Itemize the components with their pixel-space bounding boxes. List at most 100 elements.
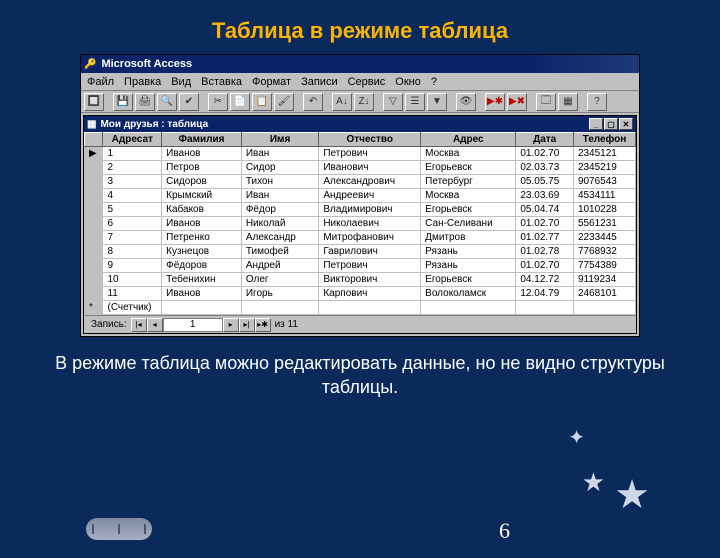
format-painter-icon[interactable]: 🖌	[274, 93, 294, 111]
row-selector[interactable]	[85, 273, 103, 287]
help-icon[interactable]: ?	[587, 93, 607, 111]
cell-middlename[interactable]: Иванович	[319, 161, 421, 175]
table-row[interactable]: 4КрымскийИванАндреевичМосква23.03.694534…	[85, 189, 636, 203]
cell-date[interactable]: 05.05.75	[516, 175, 574, 189]
cell-lastname[interactable]: Крымский	[162, 189, 242, 203]
menu-edit[interactable]: Правка	[124, 76, 161, 88]
new-object-icon[interactable]: ▦	[558, 93, 578, 111]
cell-firstname[interactable]: Иван	[241, 147, 319, 161]
row-selector[interactable]	[85, 217, 103, 231]
cell-address[interactable]: Рязань	[421, 245, 516, 259]
cell-address[interactable]: Москва	[421, 147, 516, 161]
pause-icon[interactable]	[118, 524, 120, 534]
cell-middlename[interactable]: Викторович	[319, 273, 421, 287]
table-row[interactable]: 8КузнецовТимофейГавриловичРязань01.02.78…	[85, 245, 636, 259]
table-row[interactable]: 3СидоровТихонАлександровичПетербург05.05…	[85, 175, 636, 189]
cell-id[interactable]: 6	[103, 217, 162, 231]
table-row[interactable]: 6ИвановНиколайНиколаевичСан-Селивани01.0…	[85, 217, 636, 231]
cell-middlename[interactable]: Владимирович	[319, 203, 421, 217]
paste-icon[interactable]: 📋	[252, 93, 272, 111]
cell-middlename[interactable]: Митрофанович	[319, 231, 421, 245]
cell-counter[interactable]: (Счетчик)	[103, 301, 162, 315]
cell-id[interactable]: 5	[103, 203, 162, 217]
cell-date[interactable]: 12.04.79	[516, 287, 574, 301]
nav-next-button[interactable]: ▸	[223, 318, 239, 332]
cell-firstname[interactable]: Андрей	[241, 259, 319, 273]
row-selector[interactable]	[85, 161, 103, 175]
row-selector[interactable]	[85, 175, 103, 189]
close-button[interactable]: ✕	[619, 118, 633, 130]
new-record-icon[interactable]: ▶✱	[485, 93, 505, 111]
cell-lastname[interactable]: Иванов	[162, 147, 242, 161]
nav-first-button[interactable]: |◂	[131, 318, 147, 332]
cell-middlename[interactable]: Николаевич	[319, 217, 421, 231]
cell-middlename[interactable]: Александрович	[319, 175, 421, 189]
menu-help[interactable]: ?	[431, 76, 437, 88]
col-lastname[interactable]: Фамилия	[162, 133, 242, 147]
cell-middlename[interactable]: Карпович	[319, 287, 421, 301]
nav-prev-button[interactable]: ◂	[147, 318, 163, 332]
cut-icon[interactable]: ✂	[208, 93, 228, 111]
datasheet-titlebar[interactable]: ▦ Мои друзья : таблица _ ▢ ✕	[84, 116, 636, 132]
cell-firstname[interactable]: Сидор	[241, 161, 319, 175]
table-row[interactable]: 10ТебенихинОлегВикторовичЕгорьевск04.12.…	[85, 273, 636, 287]
cell-lastname[interactable]: Кабаков	[162, 203, 242, 217]
filter-by-form-icon[interactable]: ☰	[405, 93, 425, 111]
app-titlebar[interactable]: Microsoft Access	[81, 55, 639, 73]
cell-id[interactable]: 1	[103, 147, 162, 161]
menu-records[interactable]: Записи	[301, 76, 338, 88]
row-selector[interactable]: ▶	[85, 147, 103, 161]
cell-date[interactable]: 04.12.72	[516, 273, 574, 287]
row-selector[interactable]	[85, 287, 103, 301]
filter-by-selection-icon[interactable]: ▽	[383, 93, 403, 111]
cell-id[interactable]: 2	[103, 161, 162, 175]
cell-address[interactable]: Егорьевск	[421, 273, 516, 287]
cell-lastname[interactable]: Иванов	[162, 217, 242, 231]
menu-window[interactable]: Окно	[395, 76, 421, 88]
cell-phone[interactable]: 2468101	[573, 287, 635, 301]
cell-lastname[interactable]: Тебенихин	[162, 273, 242, 287]
col-address[interactable]: Адрес	[421, 133, 516, 147]
cell-firstname[interactable]: Тимофей	[241, 245, 319, 259]
row-selector[interactable]	[85, 245, 103, 259]
col-phone[interactable]: Телефон	[573, 133, 635, 147]
find-icon[interactable]: 👁	[456, 93, 476, 111]
cell-phone[interactable]: 2345219	[573, 161, 635, 175]
spellcheck-icon[interactable]: ✔	[179, 93, 199, 111]
db-window-icon[interactable]: 🗔	[536, 93, 556, 111]
col-firstname[interactable]: Имя	[241, 133, 319, 147]
cell-phone[interactable]: 9119234	[573, 273, 635, 287]
col-date[interactable]: Дата	[516, 133, 574, 147]
maximize-button[interactable]: ▢	[604, 118, 618, 130]
new-record-row[interactable]: *(Счетчик)	[85, 301, 636, 315]
nav-current-field[interactable]	[163, 318, 223, 332]
cell-id[interactable]: 3	[103, 175, 162, 189]
cell-phone[interactable]: 2345121	[573, 147, 635, 161]
cell-address[interactable]: Егорьевск	[421, 203, 516, 217]
cell-id[interactable]: 10	[103, 273, 162, 287]
cell-firstname[interactable]: Александр	[241, 231, 319, 245]
col-id[interactable]: Адресат	[103, 133, 162, 147]
cell-middlename[interactable]: Гаврилович	[319, 245, 421, 259]
cell-phone[interactable]: 9076543	[573, 175, 635, 189]
menu-view[interactable]: Вид	[171, 76, 191, 88]
cell-firstname[interactable]: Фёдор	[241, 203, 319, 217]
cell-address[interactable]: Волоколамск	[421, 287, 516, 301]
table-row[interactable]: 5КабаковФёдорВладимировичЕгорьевск05.04.…	[85, 203, 636, 217]
undo-icon[interactable]: ↶	[303, 93, 323, 111]
cell-date[interactable]: 23.03.69	[516, 189, 574, 203]
sort-desc-icon[interactable]: Z↓	[354, 93, 374, 111]
slide-controls[interactable]	[86, 518, 152, 540]
cell-lastname[interactable]: Сидоров	[162, 175, 242, 189]
cell-phone[interactable]: 1010228	[573, 203, 635, 217]
cell-address[interactable]: Рязань	[421, 259, 516, 273]
minimize-button[interactable]: _	[589, 118, 603, 130]
cell-firstname[interactable]: Иван	[241, 189, 319, 203]
cell-date[interactable]: 05.04.74	[516, 203, 574, 217]
cell-date[interactable]: 01.02.70	[516, 259, 574, 273]
cell-phone[interactable]: 4534111	[573, 189, 635, 203]
row-selector[interactable]	[85, 203, 103, 217]
view-icon[interactable]: 🔲	[84, 93, 104, 111]
sort-asc-icon[interactable]: A↓	[332, 93, 352, 111]
menu-insert[interactable]: Вставка	[201, 76, 242, 88]
